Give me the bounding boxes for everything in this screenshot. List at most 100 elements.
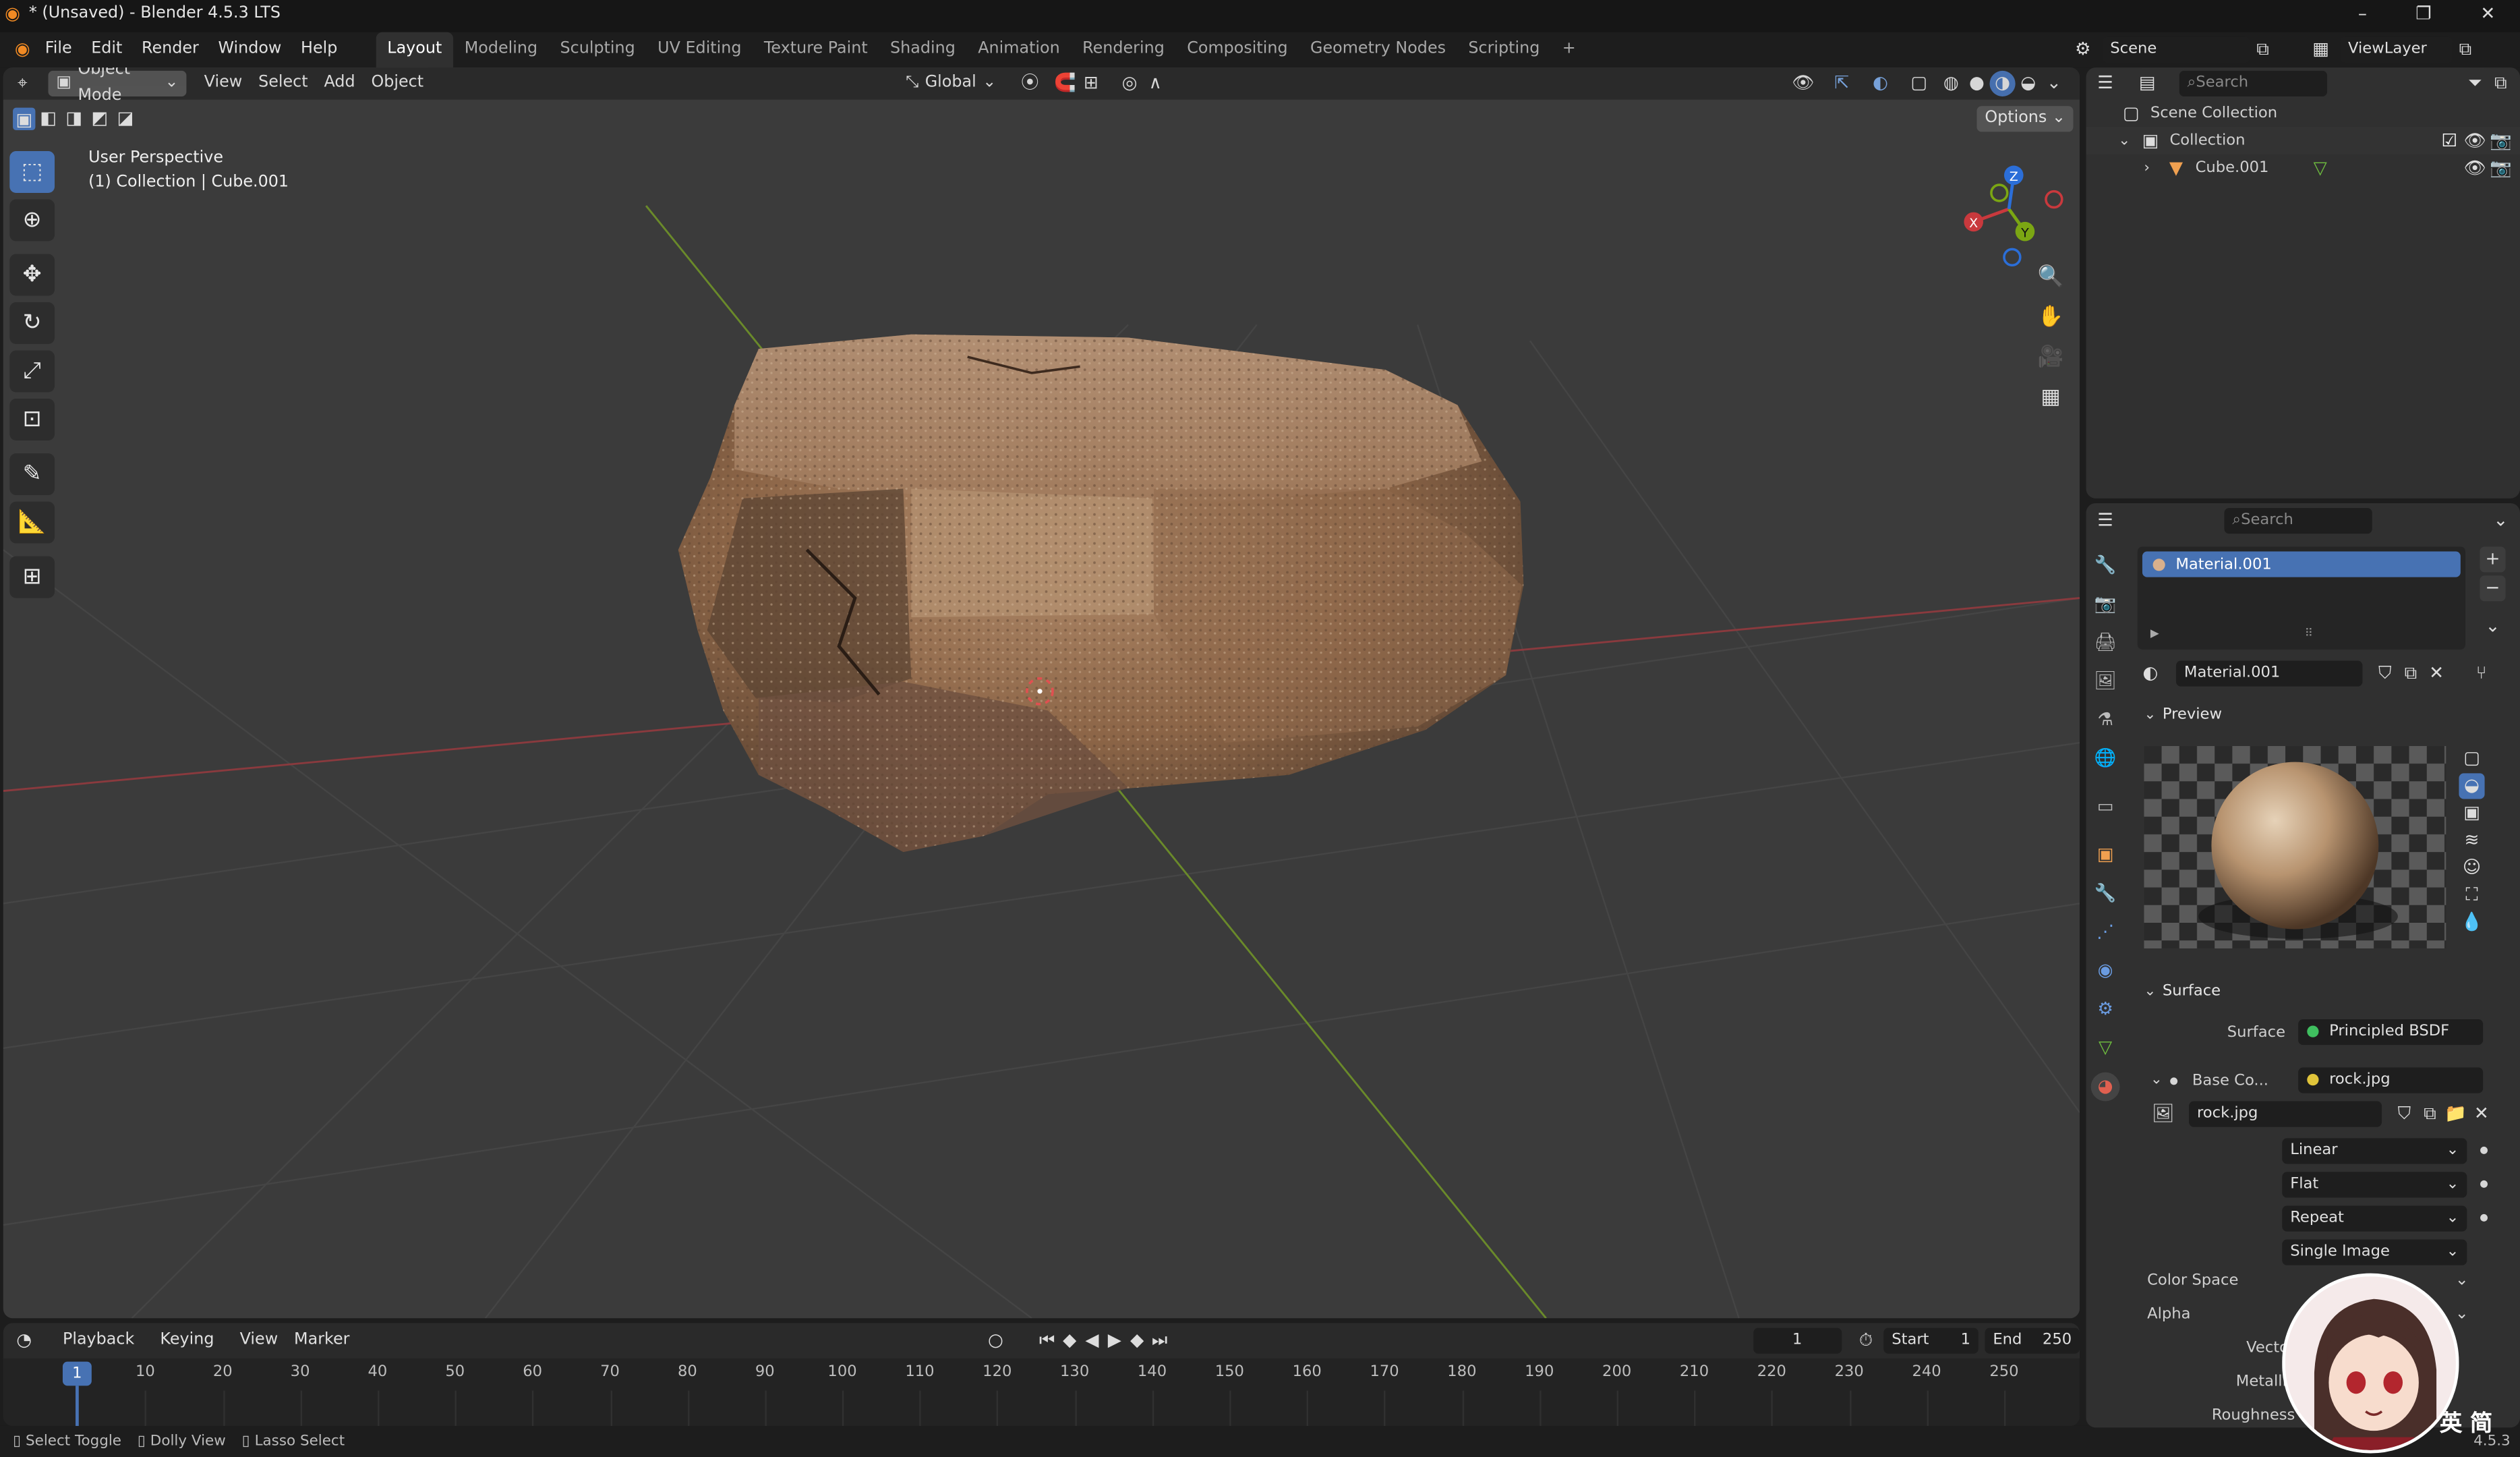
select-intersect-icon[interactable]: ◪ (113, 106, 138, 132)
properties-editor-icon[interactable]: ☰ (2092, 508, 2118, 534)
next-keyframe-icon[interactable]: ◆ (1126, 1328, 1148, 1354)
menu-render[interactable]: Render (132, 32, 208, 67)
auto-keying-icon[interactable]: ○ (985, 1328, 1007, 1354)
extension-dropdown[interactable]: Repeat ⌄ (2282, 1205, 2467, 1231)
play-triangle-icon[interactable]: ▶ (2150, 627, 2159, 639)
material-slot-item[interactable]: ● Material.001 (2142, 551, 2461, 577)
data-tab-icon[interactable]: ▽ (2091, 1033, 2120, 1062)
tab-layout[interactable]: Layout (376, 32, 454, 68)
prev-keyframe-icon[interactable]: ◆ (1058, 1328, 1080, 1354)
viewport-menu-view[interactable]: View (196, 71, 250, 96)
constraints-tab-icon[interactable]: ⚙ (2091, 995, 2120, 1024)
overlay-icon[interactable]: ◐ (1867, 71, 1893, 96)
tab-animation[interactable]: Animation (967, 32, 1072, 67)
scene-selector[interactable]: ⚙ Scene ⧉ (2070, 36, 2276, 63)
current-frame-field[interactable]: 1 (1753, 1327, 1842, 1354)
mode-dropdown[interactable]: ▣ Object Mode ⌄ (48, 67, 187, 105)
scene-name-field[interactable]: Scene (2102, 36, 2250, 63)
mesh-data-icon[interactable]: ▽ (2308, 155, 2333, 181)
tab-geometry-nodes[interactable]: Geometry Nodes (1299, 32, 1457, 67)
exclude-checkbox-icon[interactable]: ☑ (2436, 127, 2462, 153)
select-box-tool[interactable]: ⬚ (9, 151, 55, 193)
cursor-tool[interactable]: ⊕ (9, 199, 55, 241)
add-cube-tool[interactable]: ⊞ (9, 556, 55, 598)
end-frame-field[interactable]: End 250 (1985, 1327, 2080, 1354)
preview-panel-header[interactable]: ⌄ Preview (2144, 706, 2222, 723)
output-tab-icon[interactable]: 🖨 (2091, 629, 2120, 658)
scene-tab-icon[interactable]: ⚗ (2091, 706, 2120, 735)
outliner-row-scene-collection[interactable]: ▢ Scene Collection (2086, 100, 2520, 127)
open-image-folder-icon[interactable]: 📁 (2443, 1102, 2469, 1127)
minimize-button[interactable]: – (2351, 3, 2374, 26)
unlink-material-icon[interactable]: ✕ (2424, 660, 2449, 685)
outliner-editor-icon[interactable]: ☰ (2092, 71, 2118, 96)
snap-target-icon[interactable]: ⊞ (1078, 71, 1104, 96)
preview-sphere-icon[interactable]: ◒ (2459, 773, 2485, 799)
properties-search-input[interactable]: ⌕ Search (2224, 508, 2372, 534)
pan-hand-icon[interactable]: ✋ (2031, 301, 2070, 336)
outliner-row-cube[interactable]: › ▼ Cube.001 ▽ 👁 📷 (2086, 154, 2520, 182)
preview-cloth-icon[interactable]: ⛶ (2459, 882, 2484, 908)
select-subtract-icon[interactable]: ◨ (61, 106, 87, 132)
timeline-menu-marker[interactable]: Marker (286, 1328, 357, 1354)
material-slot-list[interactable]: ● Material.001 ▶ ⠿ (2137, 546, 2465, 650)
add-workspace-button[interactable]: + (1551, 32, 1587, 67)
filter-icon[interactable]: ⏷ (2462, 71, 2488, 96)
world-tab-icon[interactable]: 🌐 (2091, 744, 2120, 773)
viewport-menu-add[interactable]: Add (316, 71, 363, 96)
duplicate-image-icon[interactable]: ⧉ (2417, 1102, 2442, 1127)
jump-start-icon[interactable]: ⏮ (1036, 1328, 1058, 1354)
select-new-icon[interactable]: ▣ (13, 107, 36, 131)
tab-scripting[interactable]: Scripting (1457, 32, 1551, 67)
camera-icon[interactable]: 📷 (2488, 155, 2513, 181)
resize-handle-icon[interactable]: ⠿ (2305, 627, 2313, 639)
tool-tab-icon[interactable]: 🔧 (2091, 551, 2120, 580)
fake-user-icon[interactable]: ⛉ (2372, 660, 2398, 685)
falloff-icon[interactable]: ∧ (1142, 71, 1168, 96)
tab-compositing[interactable]: Compositing (1176, 32, 1299, 67)
jump-end-icon[interactable]: ⏭ (1148, 1328, 1171, 1354)
tab-shading[interactable]: Shading (879, 32, 966, 67)
remove-slot-icon[interactable]: − (2480, 575, 2506, 602)
gizmo-icon[interactable]: ⇱ (1829, 71, 1854, 96)
eye-icon[interactable]: 👁 (2462, 155, 2488, 181)
preview-monkey-icon[interactable]: ☺ (2459, 855, 2484, 881)
snap-icon[interactable]: 🧲 (1053, 71, 1078, 96)
source-dropdown[interactable]: Single Image ⌄ (2282, 1238, 2467, 1265)
display-mode-icon[interactable]: ▤ (2134, 71, 2160, 96)
outliner-row-collection[interactable]: ⌄ ▣ Collection ☑ 👁 📷 (2086, 127, 2520, 154)
timeline-menu-view[interactable]: View (232, 1328, 286, 1354)
viewlayer-name-field[interactable]: ViewLayer (2340, 36, 2453, 63)
link-dropdown-icon[interactable]: ⑂ (2469, 660, 2494, 685)
tab-texture-paint[interactable]: Texture Paint (753, 32, 879, 67)
chevron-right-icon[interactable]: › (2144, 160, 2163, 176)
collection-tab-icon[interactable]: ▭ (2091, 793, 2120, 822)
proportional-edit-icon[interactable]: ◎ (1117, 71, 1142, 96)
preview-flat-icon[interactable]: ▢ (2459, 746, 2484, 772)
material-tab-icon[interactable]: ◕ (2090, 1072, 2120, 1102)
move-tool[interactable]: ✥ (9, 254, 55, 296)
render-tab-icon[interactable]: 📷 (2091, 590, 2120, 619)
material-browse-icon[interactable]: ◐ (2138, 660, 2163, 685)
orientation-dropdown[interactable]: ⤡ Global ⌄ (898, 71, 1004, 96)
menu-help[interactable]: Help (291, 32, 347, 67)
blender-menu-icon[interactable]: ◉ (9, 37, 35, 63)
annotate-tool[interactable]: ✎ (9, 453, 55, 496)
play-icon[interactable]: ▶ (1103, 1328, 1125, 1354)
scale-tool[interactable]: ⤢ (9, 350, 55, 393)
tab-rendering[interactable]: Rendering (1071, 32, 1175, 67)
rendered-shading-icon[interactable]: ◒ (2016, 71, 2041, 96)
3d-viewport[interactable]: ⌖ ▣ Object Mode ⌄ View Select Add Object ⤡ … (3, 67, 2080, 1319)
language-badge[interactable]: 英 简 (2440, 1406, 2492, 1439)
fake-user-icon[interactable]: ⛉ (2391, 1102, 2417, 1127)
rock-mesh[interactable] (678, 334, 1524, 853)
menu-edit[interactable]: Edit (82, 32, 132, 67)
surface-panel-header[interactable]: ⌄ Surface (2144, 982, 2221, 1000)
eye-icon[interactable]: 👁 (2462, 127, 2488, 153)
transform-tool[interactable]: ⊡ (9, 399, 55, 441)
preview-fluid-icon[interactable]: 💧 (2459, 910, 2484, 936)
tab-sculpting[interactable]: Sculpting (549, 32, 647, 67)
stopwatch-icon[interactable]: ⏱ (1854, 1328, 1877, 1354)
wireframe-shading-icon[interactable]: ◍ (1938, 71, 1964, 96)
chevron-down-icon[interactable]: ⌄ (2455, 1305, 2469, 1323)
